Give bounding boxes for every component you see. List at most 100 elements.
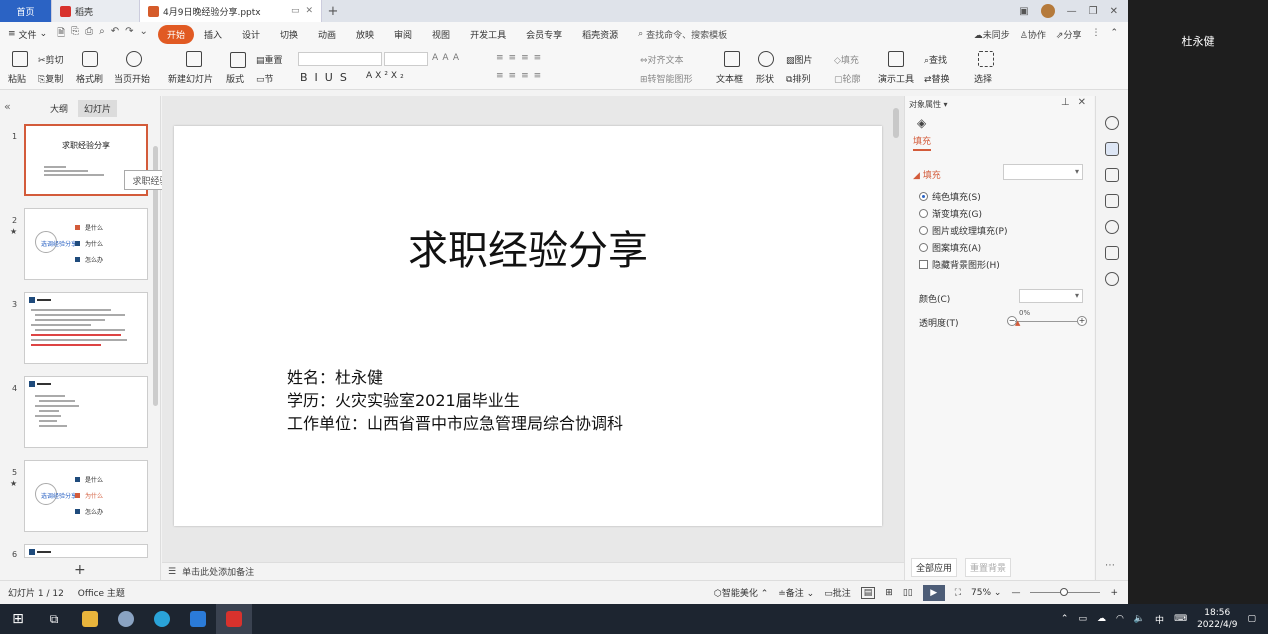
arrange-button[interactable]: ⧉排列 bbox=[786, 72, 810, 85]
radio[interactable] bbox=[919, 209, 928, 218]
comments-toggle[interactable]: ▭批注 bbox=[824, 586, 851, 599]
start-button[interactable]: ⊞ bbox=[0, 604, 36, 634]
export-icon[interactable]: ⎘ bbox=[71, 26, 79, 43]
sorter-view-icon[interactable]: ⊞ bbox=[885, 588, 893, 598]
help-icon[interactable] bbox=[1105, 220, 1119, 234]
tray-keyboard-icon[interactable]: ⌨ bbox=[1174, 614, 1187, 624]
taskbar-meeting[interactable] bbox=[180, 604, 216, 634]
menu-home[interactable]: 开始 bbox=[157, 24, 194, 44]
menu-insert[interactable]: 插入 bbox=[194, 28, 232, 41]
font-name-select[interactable] bbox=[298, 52, 382, 66]
convert-smartart-button[interactable]: ⊞转智能图形 bbox=[640, 72, 693, 85]
menu-view[interactable]: 视图 bbox=[422, 28, 460, 41]
redo-icon[interactable]: ↷ bbox=[125, 26, 133, 43]
rocket-icon[interactable] bbox=[1105, 116, 1119, 130]
checkbox[interactable] bbox=[919, 260, 928, 269]
notification-icon[interactable]: ▢ bbox=[1247, 614, 1256, 624]
canvas-scrollbar-thumb[interactable] bbox=[893, 108, 899, 138]
menu-design[interactable]: 设计 bbox=[232, 28, 270, 41]
properties-header[interactable]: 对象属性 ▾ bbox=[909, 99, 948, 110]
menu-review[interactable]: 审阅 bbox=[384, 28, 422, 41]
menu-member[interactable]: 会员专享 bbox=[516, 28, 572, 41]
pin-icon[interactable]: ⊥ bbox=[1061, 97, 1070, 108]
taskbar-wps[interactable] bbox=[216, 604, 252, 634]
slide-title[interactable]: 求职经验分享 bbox=[174, 218, 882, 276]
notes-bar[interactable]: ☰ 单击此处添加备注 bbox=[162, 562, 904, 580]
zoom-in-button[interactable]: + bbox=[1110, 588, 1118, 598]
format-painter-button[interactable]: 格式刷 bbox=[76, 72, 103, 85]
taskbar-explorer[interactable] bbox=[72, 604, 108, 634]
slide-work-line[interactable]: 工作单位：山西省晋中市应急管理局综合协调科 bbox=[287, 410, 623, 434]
slide-thumbnail-3[interactable] bbox=[24, 292, 148, 364]
paste-button[interactable]: 粘贴 bbox=[8, 72, 26, 85]
presenter-tools-icon[interactable] bbox=[888, 51, 904, 67]
tray-battery-icon[interactable]: ▭ bbox=[1078, 614, 1087, 624]
layers-icon[interactable] bbox=[1105, 246, 1119, 260]
gradient-fill-option[interactable]: 渐变填充(G) bbox=[919, 207, 982, 220]
more-menu-icon[interactable]: ⋮ bbox=[1091, 28, 1100, 41]
close-pane-icon[interactable]: ✕ bbox=[1078, 97, 1086, 108]
select-button[interactable]: 选择 bbox=[974, 72, 992, 85]
font-size-select[interactable] bbox=[384, 52, 428, 66]
tab-docer[interactable]: 稻壳 bbox=[52, 0, 140, 22]
normal-view-icon[interactable]: ▤ bbox=[860, 586, 876, 599]
clock[interactable]: 18:56 2022/4/9 bbox=[1197, 607, 1237, 631]
taskbar-edge[interactable] bbox=[144, 604, 180, 634]
presenter-tools-button[interactable]: 演示工具 bbox=[878, 72, 914, 85]
tray-cloud-icon[interactable]: ☁ bbox=[1097, 614, 1106, 624]
menu-developer[interactable]: 开发工具 bbox=[460, 28, 516, 41]
close-window-icon[interactable]: ✕ bbox=[1110, 6, 1118, 17]
copy-icon[interactable] bbox=[1105, 194, 1119, 208]
more-icon[interactable]: ⌄ bbox=[140, 26, 148, 43]
align-text-button[interactable]: ⇔对齐文本 bbox=[640, 53, 684, 66]
window-count-icon[interactable]: ▣ bbox=[1019, 6, 1028, 17]
outline-button[interactable]: ▢轮廓 bbox=[834, 72, 861, 85]
current-slide[interactable]: 求职经验分享 姓名：杜永健 学历：火灾实验室2021届毕业生 工作单位：山西省晋… bbox=[174, 126, 882, 526]
fill-button[interactable]: ◇填充 bbox=[834, 53, 859, 66]
find-button[interactable]: ⌕查找 bbox=[924, 53, 947, 66]
tray-wifi-icon[interactable]: ◠ bbox=[1116, 614, 1124, 624]
minimize-icon[interactable]: — bbox=[1067, 6, 1077, 17]
slider-track[interactable] bbox=[1015, 321, 1077, 322]
new-tab-button[interactable]: + bbox=[322, 0, 344, 22]
radio[interactable] bbox=[919, 243, 928, 252]
menu-slideshow[interactable]: 放映 bbox=[346, 28, 384, 41]
restore-icon[interactable]: ❐ bbox=[1089, 6, 1098, 17]
picture-fill-option[interactable]: 图片或纹理填充(P) bbox=[919, 224, 1007, 237]
transparency-slider[interactable]: − 0% ▲ + bbox=[1007, 309, 1087, 327]
play-from-current-button[interactable]: 当页开始 bbox=[114, 72, 150, 85]
play-slideshow-button[interactable]: ▶ bbox=[922, 584, 945, 601]
undo-icon[interactable]: ↶ bbox=[111, 26, 119, 43]
copy-button[interactable]: ⎘复制 bbox=[38, 72, 63, 85]
slide-thumbnail-5[interactable]: 选调经验分享 是什么 为什么 怎么办 bbox=[24, 460, 148, 532]
play-from-current-icon[interactable] bbox=[126, 51, 142, 67]
replace-button[interactable]: ⇄替换 bbox=[924, 72, 950, 85]
zoom-slider-knob[interactable] bbox=[1060, 588, 1069, 596]
properties-icon[interactable] bbox=[1105, 142, 1119, 156]
reading-view-icon[interactable]: ▯▯ bbox=[903, 588, 913, 598]
slide-education-line[interactable]: 学历：火灾实验室2021届毕业生 bbox=[287, 387, 520, 411]
tab-fill[interactable]: 填充 bbox=[913, 134, 932, 151]
add-slide-button[interactable]: + bbox=[74, 562, 86, 578]
tray-volume-icon[interactable]: 🔈 bbox=[1134, 614, 1145, 624]
zoom-out-button[interactable]: — bbox=[1011, 588, 1020, 598]
tab-outline[interactable]: 大纲 bbox=[44, 100, 74, 117]
plus-icon[interactable]: + bbox=[1077, 316, 1087, 326]
paste-icon[interactable] bbox=[12, 51, 28, 67]
collapse-ribbon-icon[interactable]: ⌃ bbox=[1110, 28, 1118, 41]
picture-button[interactable]: ▨图片 bbox=[786, 53, 813, 66]
location-icon[interactable] bbox=[1105, 272, 1119, 286]
tab-home[interactable]: 首页 bbox=[0, 0, 52, 22]
collab-button[interactable]: ♙协作 bbox=[1020, 28, 1046, 41]
menu-animation[interactable]: 动画 bbox=[308, 28, 346, 41]
section-button[interactable]: ▭节 bbox=[256, 72, 274, 85]
tab-presentation[interactable]: 4月9日晚经验分享.pptx ▭ ✕ bbox=[140, 0, 322, 22]
slide-name-line[interactable]: 姓名：杜永健 bbox=[287, 364, 383, 388]
share-button[interactable]: ⇗分享 bbox=[1056, 28, 1082, 41]
window-icon[interactable]: ▭ bbox=[291, 6, 300, 16]
format-painter-icon[interactable] bbox=[82, 51, 98, 67]
list-icons[interactable]: ≡≡≡≡ bbox=[496, 53, 546, 63]
cut-button[interactable]: ✂剪切 bbox=[38, 53, 64, 66]
tab-slides[interactable]: 幻灯片 bbox=[78, 100, 118, 117]
zoom-level[interactable]: 75% ⌄ bbox=[971, 588, 1001, 598]
